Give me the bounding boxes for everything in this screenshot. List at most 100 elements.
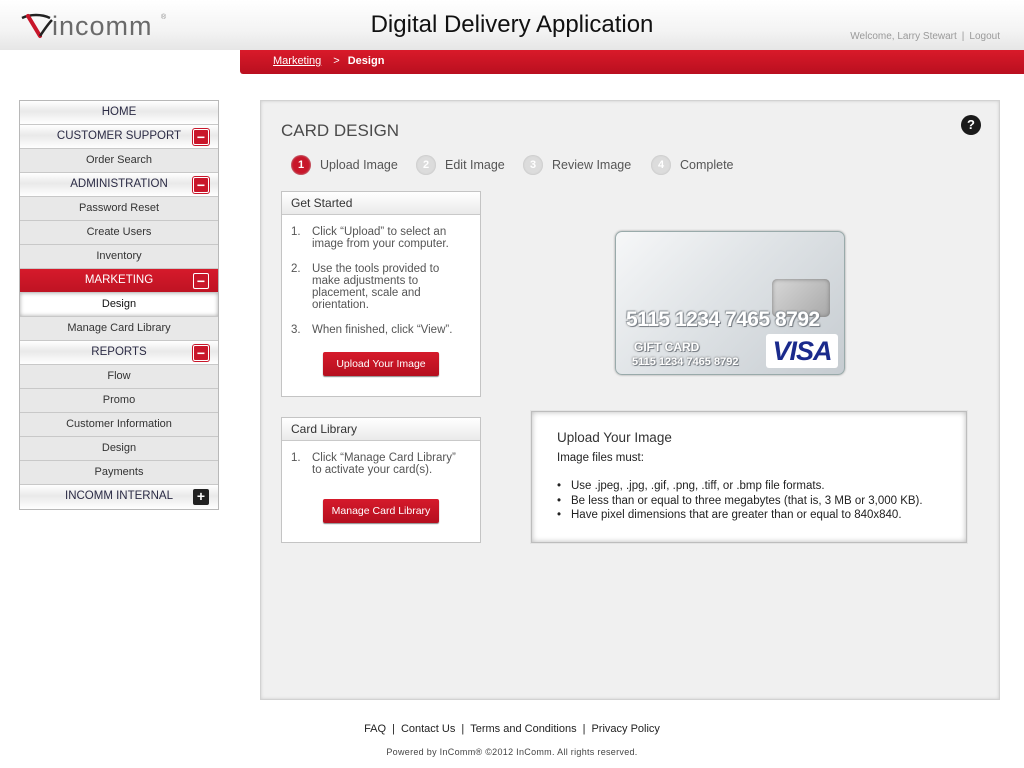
step-number-icon: 4 — [651, 155, 671, 175]
sidebar-item-label: Manage Card Library — [67, 322, 171, 334]
instruction-item: 1. Click “Manage Card Library” to activat… — [282, 452, 460, 476]
visa-logo: VISA — [766, 334, 838, 368]
step-label: Edit Image — [445, 158, 505, 172]
sidebar-item-label: Design — [101, 298, 137, 310]
sidebar-item-manage-card-library[interactable]: Manage Card Library — [20, 317, 218, 341]
sidebar-item-label: ADMINISTRATION — [70, 178, 168, 190]
sidebar-item-design[interactable]: Design — [20, 293, 218, 317]
step-label: Complete — [680, 158, 734, 172]
get-started-title: Get Started — [282, 192, 480, 215]
card-number-small: 5115 1234 7465 8792 — [632, 356, 739, 368]
step-number-icon: 2 — [416, 155, 436, 175]
upload-image-button[interactable]: Upload Your Image — [323, 352, 439, 376]
divider: | — [961, 31, 965, 42]
instruction-item: 2. Use the tools provided to make adjustm… — [282, 263, 460, 311]
sidebar-item-label: Inventory — [96, 250, 142, 262]
instruction-number: 3. — [291, 324, 301, 336]
card-library-box: Card Library 1. Click “Manage Card Librar… — [281, 417, 481, 543]
sidebar-item-password-reset[interactable]: Password Reset — [20, 197, 218, 221]
footer-link-contact-us[interactable]: Contact Us — [401, 723, 455, 735]
sidebar-item-promo[interactable]: Promo — [20, 389, 218, 413]
collapse-icon[interactable]: − — [193, 345, 209, 361]
requirement-item: Be less than or equal to three megabytes… — [557, 494, 923, 509]
card-label: GIFT CARD — [634, 340, 700, 354]
upload-requirements-title: Upload Your Image — [557, 430, 672, 445]
footer-separator: | — [582, 723, 586, 735]
get-started-box: Get Started 1. Click “Upload” to select a… — [281, 191, 481, 397]
expand-icon[interactable]: + — [193, 489, 209, 505]
step-label: Review Image — [552, 158, 632, 172]
breadcrumb-marketing-link[interactable]: Marketing — [273, 55, 321, 67]
logout-link[interactable]: Logout — [969, 31, 1000, 42]
footer-links: FAQ | Contact Us | Terms and Conditions | Priv… — [0, 723, 1024, 735]
breadcrumb-separator: > — [333, 55, 340, 67]
sidebar-item-label: Flow — [107, 370, 131, 382]
sidebar-item-inventory[interactable]: Inventory — [20, 245, 218, 269]
gift-card-preview: 5115 1234 7465 8792 GIFT CARD 5115 1234 … — [615, 231, 845, 375]
sidebar-item-flow[interactable]: Flow — [20, 365, 218, 389]
requirement-item: Have pixel dimensions that are greater t… — [557, 508, 923, 523]
sidebar-item-label: CUSTOMER SUPPORT — [56, 130, 182, 142]
collapse-icon[interactable]: − — [193, 273, 209, 289]
sidebar-item-incomm-internal[interactable]: INCOMM INTERNAL + — [20, 485, 218, 509]
step-number-icon: 3 — [523, 155, 543, 175]
help-icon[interactable]: ? — [961, 115, 981, 135]
instruction-text: When finished, click “View”. — [312, 324, 453, 336]
sidebar-item-label: Promo — [102, 394, 136, 406]
breadcrumb: Marketing > Design — [273, 55, 384, 67]
sidebar-item-label: Design — [101, 442, 137, 454]
manage-card-library-button[interactable]: Manage Card Library — [323, 499, 439, 523]
sidebar-item-design[interactable]: Design — [20, 437, 218, 461]
breadcrumb-current: Design — [347, 55, 385, 67]
footer-separator: | — [461, 723, 465, 735]
sidebar-item-marketing[interactable]: MARKETING − — [20, 269, 218, 293]
step-label: Upload Image — [320, 158, 398, 172]
instruction-number: 2. — [291, 263, 301, 275]
instruction-item: 1. Click “Upload” to select an image from… — [282, 226, 460, 250]
sidebar-item-customer-information[interactable]: Customer Information — [20, 413, 218, 437]
sidebar-item-create-users[interactable]: Create Users — [20, 221, 218, 245]
card-library-steps: 1. Click “Manage Card Library” to activat… — [282, 452, 480, 476]
sidebar-item-label: Payments — [94, 466, 144, 478]
sidebar-item-label: Order Search — [85, 154, 153, 166]
footer-link-faq[interactable]: FAQ — [364, 723, 386, 735]
sidebar-nav: HOME CUSTOMER SUPPORT − Order Search ADMINIS… — [19, 100, 219, 510]
footer-link-terms-and-conditions[interactable]: Terms and Conditions — [470, 723, 576, 735]
upload-requirements-box: Upload Your Image Image files must: Use … — [531, 411, 967, 543]
sidebar-item-label: INCOMM INTERNAL — [65, 490, 173, 502]
card-library-title: Card Library — [282, 418, 480, 441]
instruction-number: 1. — [291, 452, 301, 464]
copyright: Powered by InComm® ©2012 InComm. All rig… — [386, 747, 638, 757]
instruction-item: 3. When finished, click “View”. — [282, 324, 460, 336]
sidebar-item-customer-support[interactable]: CUSTOMER SUPPORT − — [20, 125, 218, 149]
sidebar-item-payments[interactable]: Payments — [20, 461, 218, 485]
sidebar-item-label: Customer Information — [66, 418, 172, 430]
sidebar-item-label: MARKETING — [84, 274, 154, 286]
sidebar-item-administration[interactable]: ADMINISTRATION − — [20, 173, 218, 197]
sidebar-item-order-search[interactable]: Order Search — [20, 149, 218, 173]
footer-separator: | — [392, 723, 395, 735]
collapse-icon[interactable]: − — [193, 129, 209, 145]
sidebar-item-home[interactable]: HOME — [20, 101, 218, 125]
footer-link-privacy-policy[interactable]: Privacy Policy — [591, 723, 659, 735]
collapse-icon[interactable]: − — [193, 177, 209, 193]
sidebar-item-label: Password Reset — [78, 202, 160, 214]
instruction-number: 1. — [291, 226, 301, 238]
card-number: 5115 1234 7465 8792 — [626, 308, 820, 331]
breadcrumb-bar: Marketing > Design — [240, 50, 1024, 74]
upload-requirements-list: Use .jpeg, .jpg, .gif, .png, .tiff, or .… — [557, 479, 923, 523]
requirement-item: Use .jpeg, .jpg, .gif, .png, .tiff, or .… — [557, 479, 923, 494]
app-header: incomm ® Digital Delivery Application We… — [0, 0, 1024, 50]
instruction-text: Use the tools provided to make adjustmen… — [312, 263, 440, 311]
instruction-text: Click “Upload” to select an image from y… — [312, 226, 449, 250]
sidebar-item-label: REPORTS — [91, 346, 147, 358]
instruction-text: Click “Manage Card Library” to activate … — [312, 452, 456, 476]
sidebar-item-label: HOME — [101, 106, 137, 118]
get-started-steps: 1. Click “Upload” to select an image from… — [282, 226, 480, 336]
user-greeting: Welcome, Larry Stewart | Logout — [850, 31, 1000, 42]
sidebar-item-label: Create Users — [86, 226, 152, 238]
upload-requirements-subtitle: Image files must: — [557, 452, 644, 464]
card-design-panel: CARD DESIGN ? 1 Upload Image 2 Edit Image 3 R… — [260, 100, 1000, 700]
sidebar-item-reports[interactable]: REPORTS − — [20, 341, 218, 365]
step-number-icon: 1 — [291, 155, 311, 175]
